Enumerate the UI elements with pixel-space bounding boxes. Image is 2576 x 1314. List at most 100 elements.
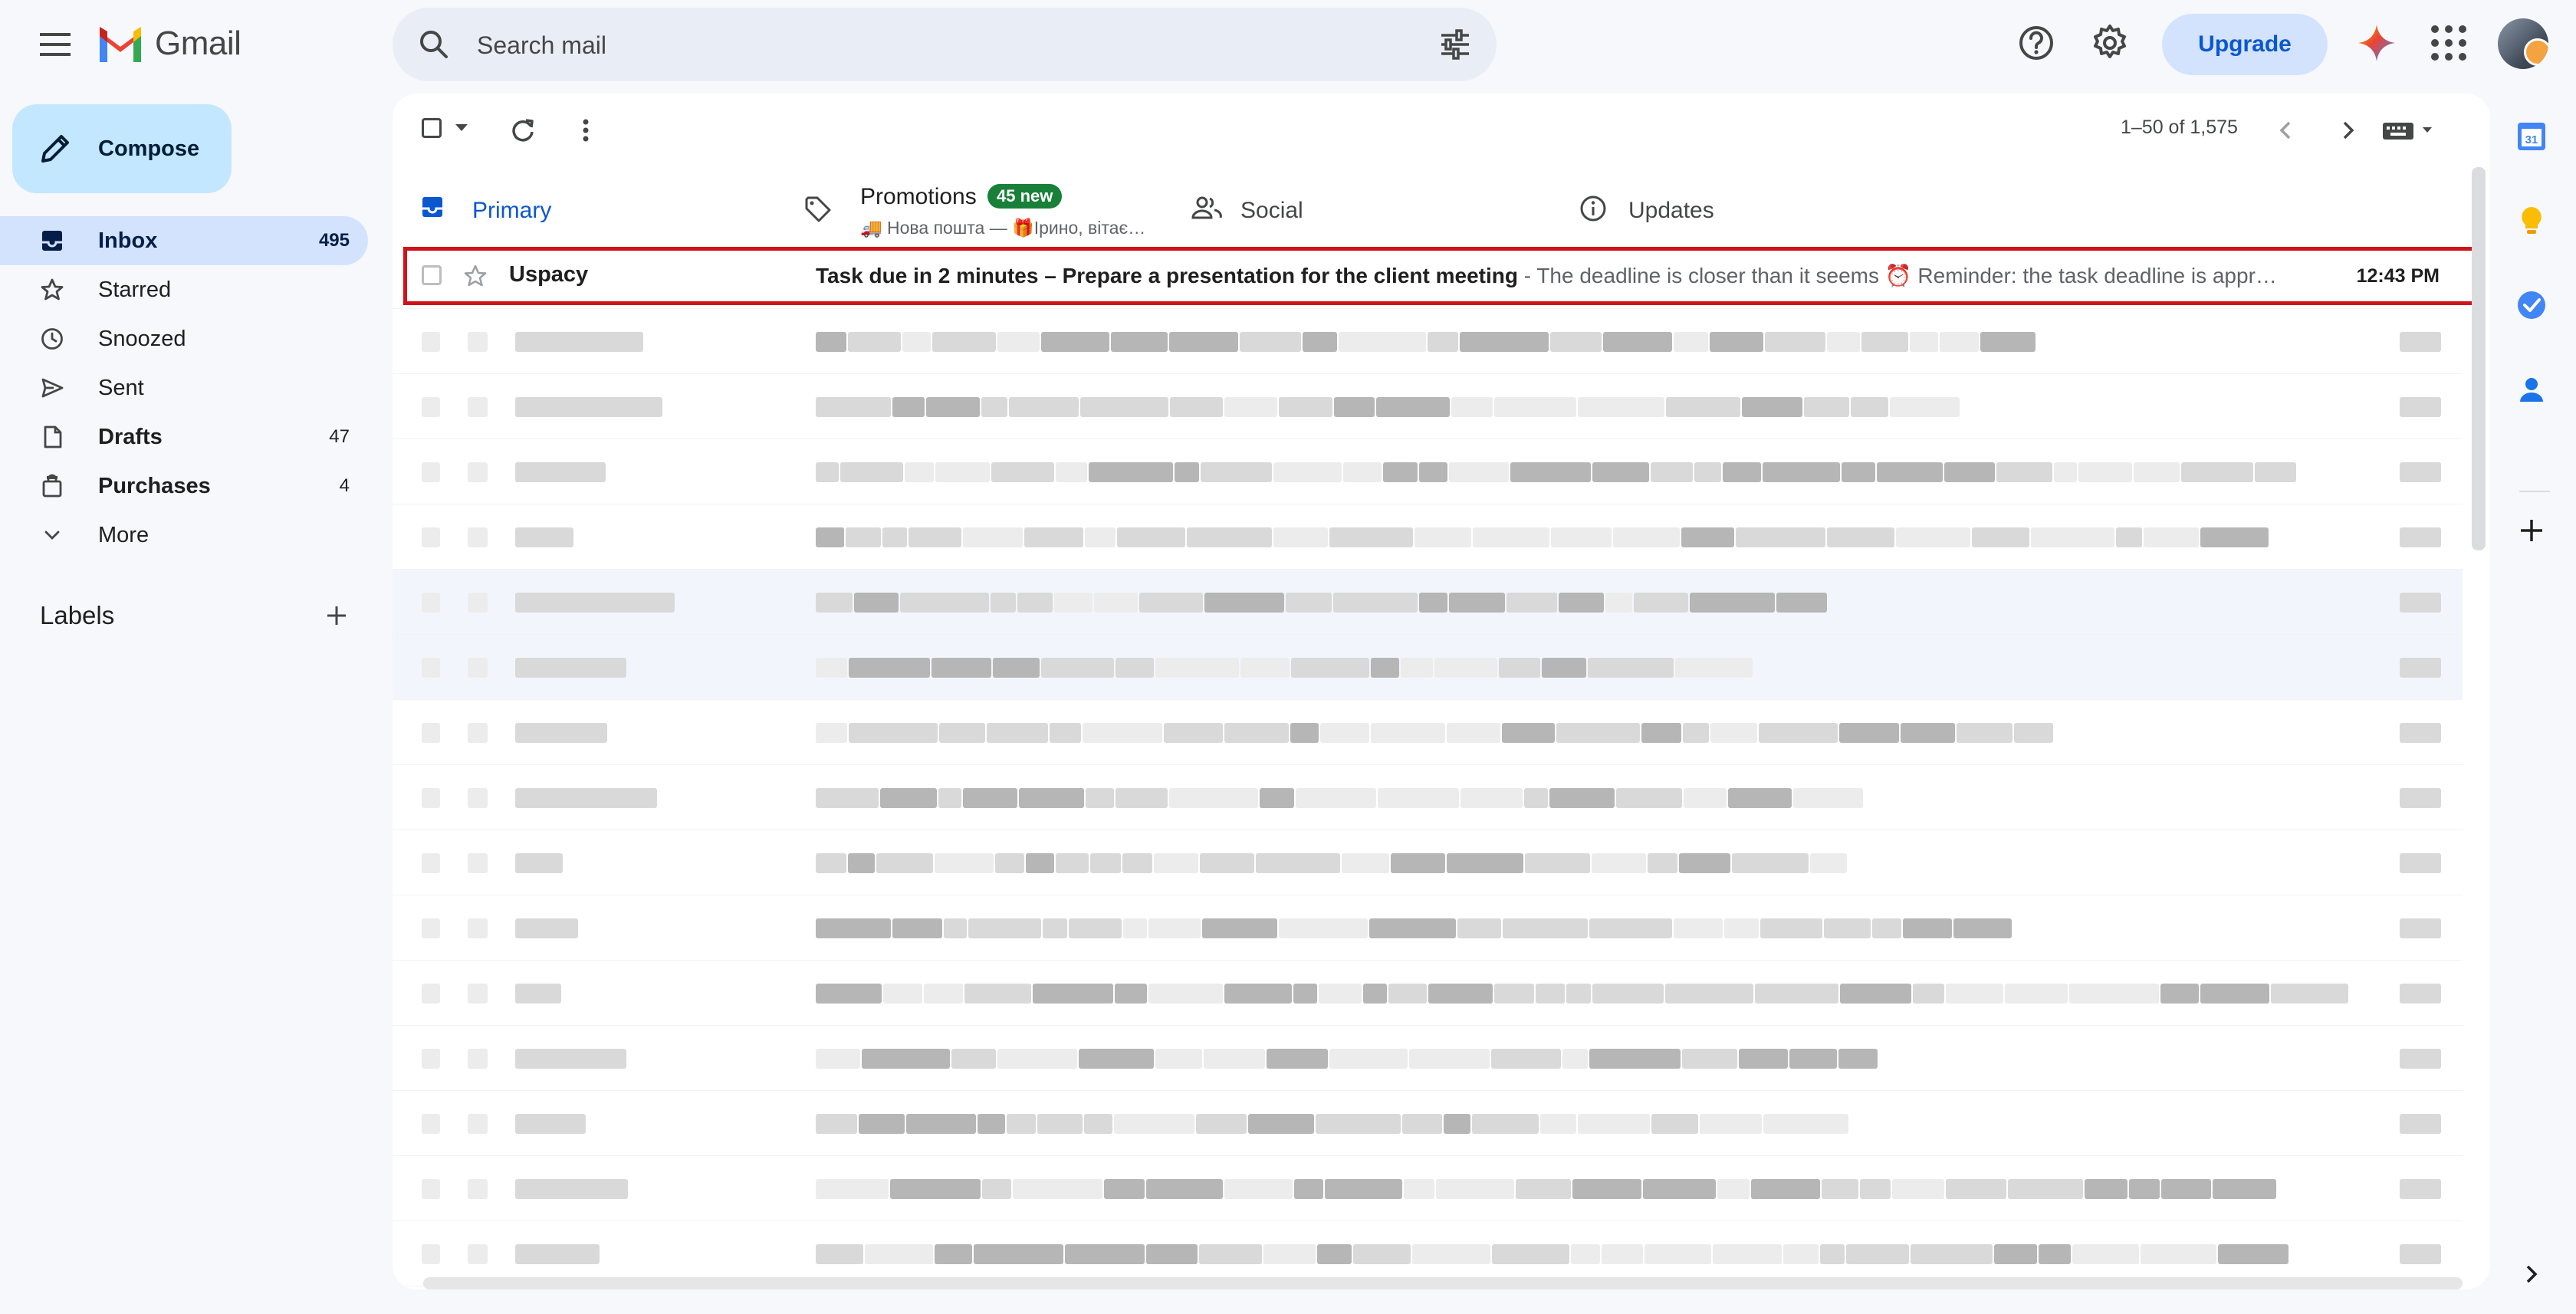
search-bar[interactable] [393, 8, 1497, 81]
email-row-redacted[interactable] [393, 1091, 2463, 1156]
redacted-block [1827, 332, 1860, 352]
redacted-block [1572, 1179, 1641, 1199]
tab-updates[interactable]: Updates [1552, 170, 1935, 250]
redacted-block [1789, 1049, 1837, 1069]
horizontal-scrollbar[interactable] [423, 1277, 2463, 1289]
redacted-block [2072, 1244, 2139, 1264]
sidebar-item-more[interactable]: More [0, 511, 368, 560]
redacted-block [1510, 462, 1591, 482]
main-menu-button[interactable] [28, 17, 83, 72]
gmail-logo[interactable]: Gmail [97, 18, 242, 69]
redacted-block [905, 462, 934, 482]
redacted-block [1428, 332, 1458, 352]
search-icon[interactable] [416, 26, 452, 63]
email-row-redacted[interactable] [393, 309, 2463, 374]
redacted-block [1175, 462, 1199, 482]
redacted-block [816, 397, 891, 417]
chevron-right-icon[interactable] [2515, 1257, 2548, 1291]
tab-social[interactable]: Social [1164, 170, 1547, 250]
apps-grid-icon[interactable] [2429, 23, 2469, 63]
redacted-block [468, 397, 488, 417]
redacted-block [1069, 918, 1122, 938]
sidebar-item-drafts[interactable]: Drafts 47 [0, 412, 368, 462]
vertical-scrollbar[interactable] [2472, 167, 2486, 550]
redacted-block [422, 658, 440, 678]
redacted-block [1094, 593, 1138, 613]
email-row-redacted[interactable] [393, 1156, 2463, 1221]
redacted-block [816, 1244, 863, 1264]
input-tools-icon[interactable] [2381, 117, 2436, 144]
redacted-block [935, 853, 994, 873]
refresh-icon[interactable] [508, 115, 538, 146]
email-row-redacted[interactable] [393, 439, 2463, 504]
redacted-block [1371, 658, 1399, 678]
email-row-redacted[interactable] [393, 961, 2463, 1026]
redacted-block [2400, 723, 2441, 743]
sidebar-item-inbox[interactable]: Inbox 495 [0, 216, 368, 265]
add-addon-icon[interactable] [2515, 514, 2548, 547]
email-row[interactable]: Uspacy Task due in 2 minutes – Prepare a… [393, 244, 2482, 309]
gear-icon[interactable] [2088, 21, 2131, 64]
redacted-block [1260, 788, 1294, 808]
redacted-block [1263, 1244, 1316, 1264]
tab-promotions[interactable]: Promotions 45 new 🚚 Нова пошта — 🎁Ірино,… [776, 170, 1159, 250]
sidebar-item-sent[interactable]: Sent [0, 363, 368, 412]
sidebar-item-snoozed[interactable]: Snoozed [0, 314, 368, 363]
redacted-block [468, 1049, 488, 1069]
redacted-block [1589, 918, 1672, 938]
select-dropdown-icon[interactable] [454, 123, 469, 133]
redacted-block [2160, 984, 2199, 1004]
add-label-icon[interactable] [324, 603, 350, 629]
search-input[interactable] [475, 23, 1398, 67]
keep-icon[interactable] [2515, 204, 2548, 238]
email-row-redacted[interactable] [393, 765, 2463, 830]
help-icon[interactable] [2015, 21, 2058, 64]
upgrade-button[interactable]: Upgrade [2162, 14, 2328, 75]
redacted-block [1822, 1179, 1858, 1199]
email-row-redacted[interactable] [393, 1026, 2463, 1091]
email-row-redacted[interactable] [393, 504, 2463, 570]
select-all-checkbox[interactable] [422, 118, 442, 138]
email-row-redacted[interactable] [393, 570, 2463, 635]
sidebar-item-purchases[interactable]: Purchases 4 [0, 462, 368, 511]
redacted-block [2141, 1244, 2216, 1264]
pagination-text: 1–50 of 1,575 [2121, 117, 2238, 138]
redacted-block [1666, 397, 1740, 417]
redacted-block [1540, 1114, 1576, 1134]
redacted-block [1839, 723, 1899, 743]
redacted-block [1860, 1179, 1891, 1199]
tasks-icon[interactable] [2515, 288, 2548, 322]
email-row-redacted[interactable] [393, 700, 2463, 765]
gemini-icon[interactable] [2355, 21, 2398, 64]
tab-primary[interactable]: Primary [393, 170, 767, 250]
redacted-block [1760, 918, 1822, 938]
redacted-block [1751, 1179, 1820, 1199]
redacted-block [902, 332, 931, 352]
email-row-redacted[interactable] [393, 830, 2463, 895]
chevron-left-icon[interactable] [2271, 115, 2302, 146]
redacted-block [1436, 1179, 1514, 1199]
redacted-block [1838, 1049, 1878, 1069]
redacted-block [1419, 593, 1447, 613]
redacted-block [991, 593, 1016, 613]
more-vert-icon[interactable] [570, 115, 601, 146]
account-avatar[interactable] [2498, 18, 2548, 69]
email-checkbox[interactable] [422, 265, 442, 285]
sidebar-item-starred[interactable]: Starred [0, 265, 368, 314]
redacted-block [422, 462, 440, 482]
calendar-icon[interactable]: 31 [2515, 120, 2548, 153]
email-row-redacted[interactable] [393, 895, 2463, 961]
star-icon[interactable] [463, 264, 488, 288]
contacts-icon[interactable] [2515, 373, 2548, 406]
redacted-block [1957, 723, 2013, 743]
email-row-redacted[interactable] [393, 374, 2463, 439]
chevron-right-icon[interactable] [2332, 115, 2363, 146]
tune-icon[interactable] [1437, 26, 1474, 63]
category-tabs: Primary Promotions 45 new 🚚 Нова пошта —… [393, 170, 2463, 250]
redacted-block [963, 527, 1023, 547]
sidebar-nav: Inbox 495 Starred Snoozed Sent Drafts 47… [0, 216, 368, 560]
email-row-redacted[interactable] [393, 635, 2463, 700]
redacted-block [515, 1244, 600, 1264]
compose-button[interactable]: Compose [12, 104, 232, 193]
redacted-block [1123, 918, 1147, 938]
